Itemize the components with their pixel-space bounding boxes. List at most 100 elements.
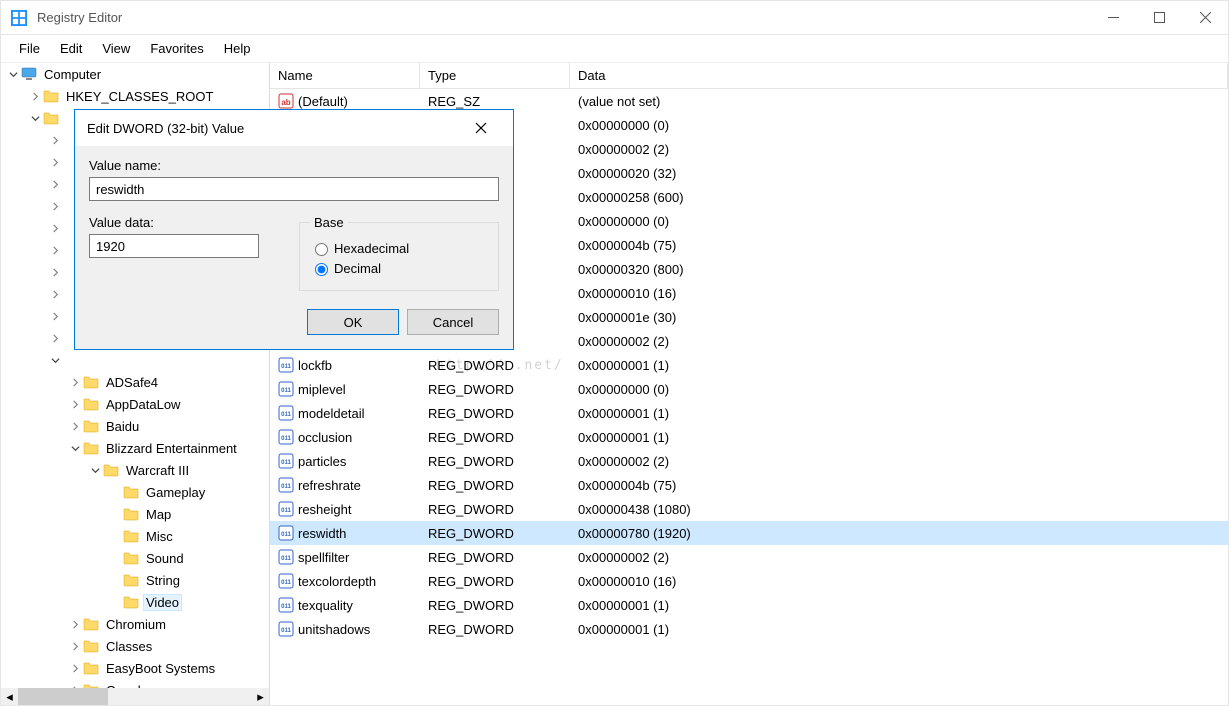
value-row[interactable]: 011modeldetailREG_DWORD0x00000001 (1) [270,401,1228,425]
chevron-right-icon[interactable] [67,374,83,390]
value-row[interactable]: 011miplevelREG_DWORD0x00000000 (0) [270,377,1228,401]
menu-edit[interactable]: Edit [50,37,92,60]
cell-type: REG_DWORD [420,452,570,471]
radio-hexadecimal[interactable] [315,243,328,256]
cell-data: 0x00000780 (1920) [570,524,1228,543]
tree-item[interactable]: Baidu [1,415,269,437]
value-row[interactable]: 011lockfbREG_DWORD0x00000001 (1) [270,353,1228,377]
chevron-right-icon[interactable] [47,220,63,236]
chevron-down-icon[interactable] [27,110,43,126]
chevron-right-icon[interactable] [47,242,63,258]
chevron-right-icon[interactable] [47,330,63,346]
scrollbar-track[interactable] [108,688,252,705]
ok-button[interactable]: OK [307,309,399,335]
chevron-down-icon[interactable] [5,66,21,82]
chevron-right-icon[interactable] [67,638,83,654]
minimize-button[interactable] [1090,1,1136,35]
value-row[interactable]: 011refreshrateREG_DWORD0x0000004b (75) [270,473,1228,497]
tree-item[interactable]: Blizzard Entertainment [1,437,269,459]
value-name-field[interactable] [89,177,499,201]
chevron-right-icon[interactable] [67,418,83,434]
chevron-right-icon[interactable] [47,154,63,170]
cell-data: 0x00000438 (1080) [570,500,1228,519]
chevron-right-icon[interactable] [47,132,63,148]
chevron-right-icon[interactable] [27,88,43,104]
tree-item[interactable]: Google [1,679,269,688]
tree-item[interactable]: Map [1,503,269,525]
value-row[interactable]: 011texcolordepthREG_DWORD0x00000010 (16) [270,569,1228,593]
menu-help[interactable]: Help [214,37,261,60]
cell-name: 011unitshadows [270,619,420,639]
radio-hex-label[interactable]: Hexadecimal [334,241,409,256]
chevron-right-icon[interactable] [67,660,83,676]
tree-item[interactable]: EasyBoot Systems [1,657,269,679]
tree-label: Misc [143,528,176,545]
scroll-right-arrow[interactable]: ▸ [252,688,269,705]
column-name[interactable]: Name [270,63,420,89]
tree-label: Map [143,506,174,523]
chevron-right-icon[interactable] [47,198,63,214]
chevron-right-icon[interactable] [47,308,63,324]
tree-item[interactable]: HKEY_CLASSES_ROOT [1,85,269,107]
chevron-none [107,528,123,544]
value-row[interactable]: 011spellfilterREG_DWORD0x00000002 (2) [270,545,1228,569]
radio-decimal[interactable] [315,263,328,276]
folder-icon [43,110,59,126]
tree-root-computer[interactable]: Computer [1,63,269,85]
tree-item[interactable]: Chromium [1,613,269,635]
svg-text:ab: ab [281,98,290,107]
edit-dword-dialog: Edit DWORD (32-bit) Value Value name: Va… [74,109,514,350]
value-row[interactable]: 011occlusionREG_DWORD0x00000001 (1) [270,425,1228,449]
window-controls [1090,1,1228,35]
dword-value-icon: 011 [278,405,294,421]
chevron-none [107,594,123,610]
menu-view[interactable]: View [92,37,140,60]
column-data[interactable]: Data [570,63,1228,89]
tree-item[interactable] [1,349,269,371]
value-row[interactable]: 011reswidthREG_DWORD0x00000780 (1920) [270,521,1228,545]
tree-item[interactable]: String [1,569,269,591]
value-row[interactable]: 011resheightREG_DWORD0x00000438 (1080) [270,497,1228,521]
tree-item[interactable]: Sound [1,547,269,569]
chevron-right-icon[interactable] [47,286,63,302]
menu-favorites[interactable]: Favorites [140,37,213,60]
close-button[interactable] [1182,1,1228,35]
tree-item[interactable]: Warcraft III [1,459,269,481]
cell-data: 0x00000001 (1) [570,404,1228,423]
tree-item[interactable]: AppDataLow [1,393,269,415]
radio-dec-label[interactable]: Decimal [334,261,381,276]
value-data-field[interactable] [89,234,259,258]
value-row[interactable]: 011unitshadowsREG_DWORD0x00000001 (1) [270,617,1228,641]
chevron-right-icon[interactable] [47,176,63,192]
value-row[interactable]: 011particlesREG_DWORD0x00000002 (2) [270,449,1228,473]
chevron-right-icon[interactable] [67,396,83,412]
tree-item[interactable]: Misc [1,525,269,547]
chevron-down-icon[interactable] [67,440,83,456]
chevron-down-icon[interactable] [47,352,63,368]
maximize-button[interactable] [1136,1,1182,35]
value-row[interactable]: 011texqualityREG_DWORD0x00000001 (1) [270,593,1228,617]
cancel-button[interactable]: Cancel [407,309,499,335]
tree-item[interactable]: Video [1,591,269,613]
menu-file[interactable]: File [9,37,50,60]
scrollbar-thumb[interactable] [18,688,108,705]
tree-item[interactable]: ADSafe4 [1,371,269,393]
dialog-title-bar[interactable]: Edit DWORD (32-bit) Value [75,110,513,146]
dword-value-icon: 011 [278,381,294,397]
svg-text:011: 011 [281,532,291,538]
scroll-left-arrow[interactable]: ◂ [1,688,18,705]
column-type[interactable]: Type [420,63,570,89]
chevron-right-icon[interactable] [67,616,83,632]
radio-hex-row[interactable]: Hexadecimal [310,240,488,256]
radio-dec-row[interactable]: Decimal [310,260,488,276]
cell-type: REG_SZ [420,92,570,111]
tree-item[interactable]: Classes [1,635,269,657]
cell-data: 0x00000001 (1) [570,428,1228,447]
chevron-down-icon[interactable] [87,462,103,478]
chevron-right-icon[interactable] [47,264,63,280]
tree-item[interactable]: Gameplay [1,481,269,503]
svg-text:011: 011 [281,604,291,610]
dialog-close-button[interactable] [461,110,501,146]
value-name: (Default) [298,94,348,109]
tree-horiz-scrollbar[interactable]: ◂ ▸ [1,688,269,705]
